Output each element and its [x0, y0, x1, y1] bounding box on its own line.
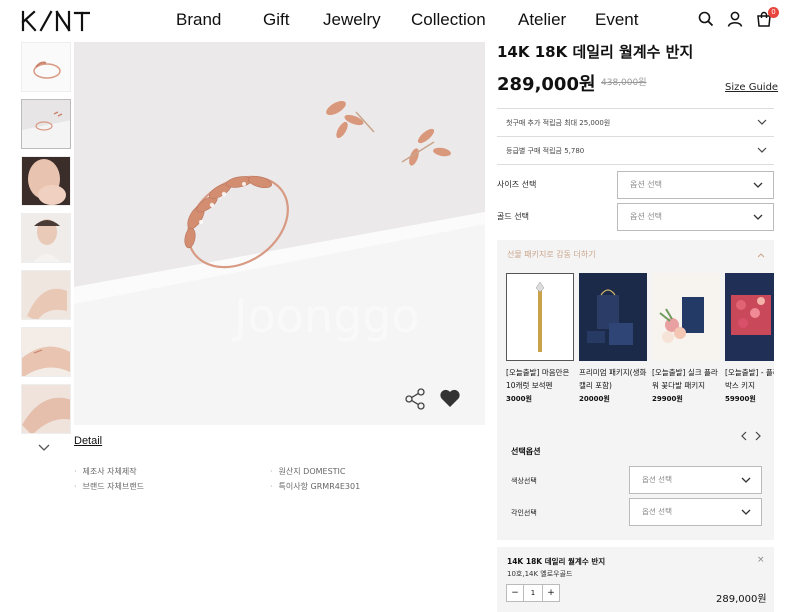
chevron-down-icon [757, 147, 767, 153]
brand-logo[interactable] [20, 10, 91, 32]
gift-name: [오늘출발] - 플라워 박스 키지 [725, 368, 774, 390]
size-guide-link[interactable]: Size Guide [725, 82, 778, 93]
share-icon[interactable] [404, 388, 426, 410]
select-placeholder: 옵션 선택 [630, 212, 662, 221]
thumbnail[interactable] [21, 99, 71, 149]
engrave-select[interactable]: 옵션 선택 [629, 498, 762, 526]
remove-item-close-icon[interactable]: × [757, 555, 765, 565]
cart-count-badge: 0 [768, 7, 779, 18]
selected-item-summary: 14K 18K 데일리 월계수 반지 10호,14K 옐로우골드 × − 1 +… [497, 547, 774, 612]
divider [497, 164, 774, 165]
chevron-right-icon[interactable] [754, 427, 764, 441]
spec-brand: 브랜드 자체브랜드 [74, 481, 144, 492]
product-price: 289,000원 [497, 74, 596, 95]
item-total-price: 289,000원 [716, 594, 767, 605]
gift-name: 프리미엄 패키지(생화 캘리 포함) [579, 368, 647, 390]
gift-option-title: 선택옵션 [511, 447, 541, 456]
carousel-arrows [740, 427, 768, 441]
quantity-decrease-button[interactable]: − [506, 584, 524, 602]
engrave-option-label: 각인선택 [511, 509, 537, 517]
select-placeholder: 옵션 선택 [642, 475, 672, 484]
select-placeholder: 옵션 선택 [630, 180, 662, 189]
heart-icon[interactable] [439, 388, 463, 410]
quantity-value[interactable]: 1 [524, 584, 542, 602]
select-placeholder: 옵션 선택 [642, 507, 672, 516]
gift-price: 59900원 [725, 395, 756, 403]
quantity-increase-button[interactable]: + [542, 584, 560, 602]
thumbnail[interactable] [21, 270, 71, 320]
benefit-grade[interactable]: 등급별 구매 적립금 5,780 [497, 136, 774, 164]
chevron-down-icon [741, 509, 751, 515]
selected-item-options: 10호,14K 옐로우골드 [507, 570, 573, 578]
thumbnail[interactable] [21, 213, 71, 263]
chevron-down-icon [757, 119, 767, 125]
nav-collection[interactable]: Collection [411, 10, 493, 30]
chevron-down-icon [753, 182, 763, 188]
site-header: Brand Gift Jewelry Collection Atelier Ev… [0, 0, 800, 42]
gift-image [579, 273, 647, 361]
benefit-label: 첫구매 추가 적립금 최대 25,000원 [506, 119, 611, 127]
size-select[interactable]: 옵션 선택 [617, 171, 774, 199]
main-nav: Brand Gift Jewelry Collection Atelier Ev… [176, 10, 663, 30]
nav-brand[interactable]: Brand [176, 10, 238, 30]
gold-option-label: 골드 선택 [497, 212, 529, 221]
gift-package-panel: 선물 패키지로 감동 더하기 [오늘출발] 마음만은 10캐럿 보석펜 3000… [497, 240, 774, 540]
size-option-label: 사이즈 선택 [497, 180, 537, 189]
gift-image [725, 273, 774, 361]
gift-item[interactable]: [오늘출발] 마음만은 10캐럿 보석펜 3000원 [506, 273, 574, 404]
thumbnail-list [21, 42, 71, 441]
gift-item[interactable]: [오늘출발] 실크 플라워 꽃다발 패키지 29900원 [652, 273, 720, 404]
gift-name: [오늘출발] 마음만은 10캐럿 보석펜 [506, 368, 570, 390]
main-product-image: Joonggo [74, 42, 485, 425]
gift-carousel: [오늘출발] 마음만은 10캐럿 보석펜 3000원 프리미엄 패키지(생화 캘… [506, 273, 774, 423]
nav-event[interactable]: Event [595, 10, 638, 30]
gift-package-heading[interactable]: 선물 패키지로 감동 더하기 [507, 249, 596, 260]
chevron-up-icon[interactable] [757, 252, 765, 258]
thumbnail[interactable] [21, 384, 71, 434]
cart-icon[interactable]: 0 [756, 7, 779, 29]
color-select[interactable]: 옵션 선택 [629, 466, 762, 494]
nav-jewelry[interactable]: Jewelry [323, 10, 386, 30]
detail-link[interactable]: Detail [74, 435, 102, 447]
chevron-down-icon [741, 477, 751, 483]
svg-text:Joonggo: Joonggo [231, 289, 420, 343]
gift-item[interactable]: 프리미엄 패키지(생화 캘리 포함) 20000원 [579, 273, 647, 404]
benefit-label: 등급별 구매 적립금 5,780 [506, 147, 585, 155]
gift-name: [오늘출발] 실크 플라워 꽃다발 패키지 [652, 368, 718, 390]
search-icon[interactable] [698, 11, 716, 29]
benefit-first-purchase[interactable]: 첫구매 추가 적립금 최대 25,000원 [497, 108, 774, 136]
gift-image [506, 273, 574, 361]
thumbnail[interactable] [21, 42, 71, 92]
gold-select[interactable]: 옵션 선택 [617, 203, 774, 231]
user-icon[interactable] [727, 11, 745, 29]
nav-atelier[interactable]: Atelier [518, 10, 570, 30]
thumbnail[interactable] [21, 327, 71, 377]
thumbnail-scroll-down-icon[interactable] [37, 438, 53, 451]
gift-price: 3000원 [506, 395, 532, 403]
spec-origin: 원산지 DOMESTIC [270, 466, 346, 477]
chevron-left-icon[interactable] [740, 427, 750, 441]
original-price: 438,000원 [601, 78, 647, 88]
spec-notes: 특이사항 GRMR4E301 [270, 481, 361, 492]
thumbnail[interactable] [21, 156, 71, 206]
color-option-label: 색상선택 [511, 477, 537, 485]
chevron-down-icon [753, 214, 763, 220]
spec-manufacturer: 제조사 자체제작 [74, 466, 137, 477]
selected-item-name: 14K 18K 데일리 월계수 반지 [507, 557, 606, 566]
gift-image [652, 273, 720, 361]
gift-price: 29900원 [652, 395, 683, 403]
gift-price: 20000원 [579, 395, 610, 403]
nav-gift[interactable]: Gift [263, 10, 298, 30]
product-title: 14K 18K 데일리 월계수 반지 [497, 43, 694, 61]
header-icons: 0 [698, 7, 785, 29]
gift-item[interactable]: [오늘출발] - 플라워 박스 키지 59900원 [725, 273, 774, 404]
quantity-stepper: − 1 + [506, 584, 560, 602]
